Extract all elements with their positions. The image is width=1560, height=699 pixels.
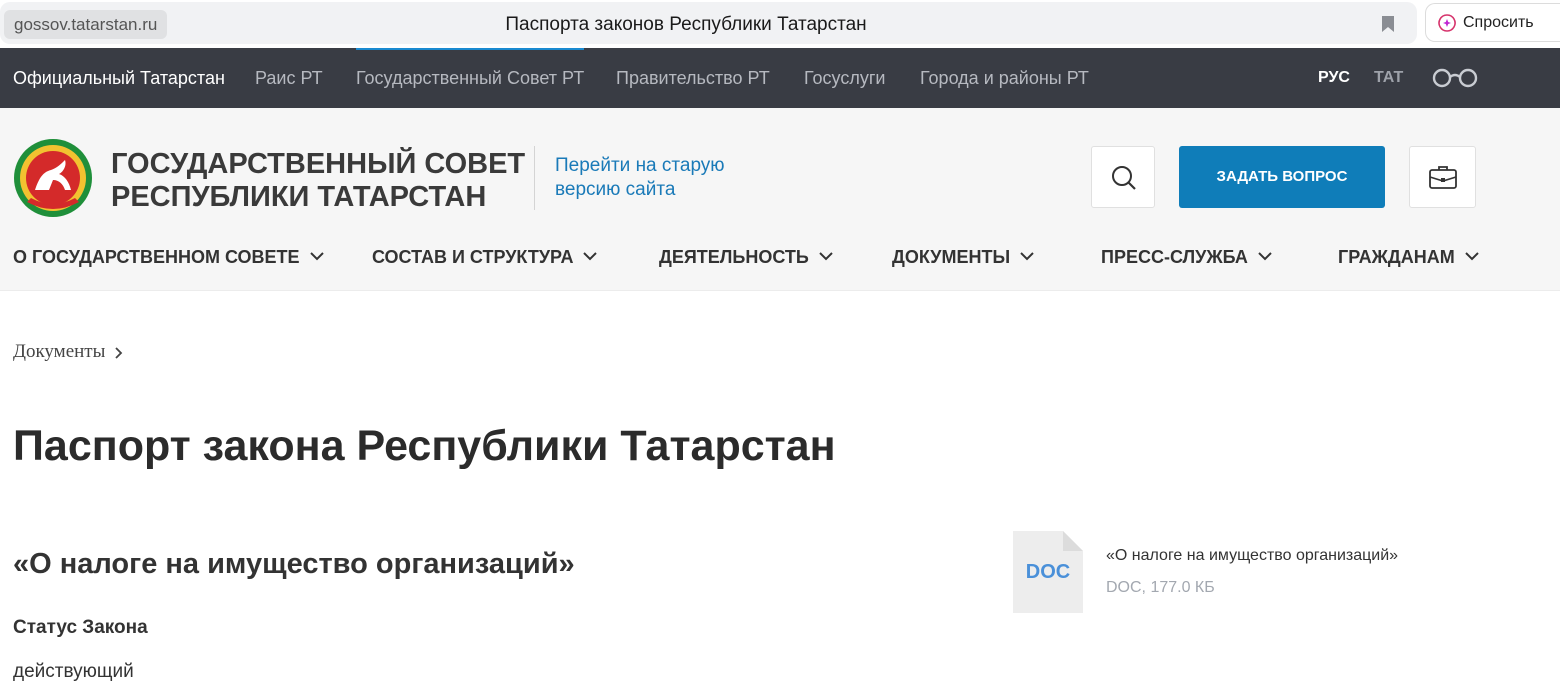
nav-composition-label: СОСТАВ И СТРУКТУРА xyxy=(372,247,574,267)
law-status-value: действующий xyxy=(13,661,134,682)
chevron-down-icon xyxy=(1465,252,1479,261)
topnav-government[interactable]: Правительство РТ xyxy=(616,48,770,108)
org-name-line2: РЕСПУБЛИКИ ТАТАРСТАН xyxy=(111,181,487,213)
topnav-cities[interactable]: Города и районы РТ xyxy=(920,48,1089,108)
attachment-meta: DOC, 177.0 КБ xyxy=(1106,579,1215,596)
nav-documents-label: ДОКУМЕНТЫ xyxy=(892,247,1011,267)
nav-press-label: ПРЕСС-СЛУЖБА xyxy=(1101,247,1248,267)
briefcase-icon xyxy=(1429,166,1457,189)
nav-about-council[interactable]: О ГОСУДАРСТВЕННОМ СОВЕТЕ xyxy=(13,246,324,268)
nav-activity-label: ДЕЯТЕЛЬНОСТЬ xyxy=(659,247,809,267)
ask-ai-label: Спросить xyxy=(1463,14,1534,31)
ask-ai-button[interactable]: Спросить xyxy=(1425,3,1560,42)
nav-citizens[interactable]: ГРАЖДАНАМ xyxy=(1338,246,1479,268)
law-name: «О налоге на имущество организаций» xyxy=(13,548,575,580)
org-name-line1: ГОСУДАРСТВЕННЫЙ СОВЕТ xyxy=(111,148,526,180)
law-status-label: Статус Закона xyxy=(13,617,148,638)
nav-citizens-label: ГРАЖДАНАМ xyxy=(1338,247,1455,267)
browser-page-title: Паспорта законов Республики Татарстан xyxy=(505,14,867,35)
old-site-line2: версию сайта xyxy=(555,179,676,200)
bookmark-icon[interactable] xyxy=(1381,15,1395,33)
breadcrumb-documents[interactable]: Документы xyxy=(13,341,105,362)
chevron-right-icon xyxy=(115,347,123,359)
nav-documents[interactable]: ДОКУМЕНТЫ xyxy=(892,246,1034,268)
address-bar[interactable]: gossov.tatarstan.ru Паспорта законов Рес… xyxy=(0,2,1417,44)
topnav-gosuslugi[interactable]: Госуслуги xyxy=(804,48,885,108)
search-button[interactable] xyxy=(1091,146,1155,208)
old-site-line1: Перейти на старую xyxy=(555,155,725,176)
nav-about-council-label: О ГОСУДАРСТВЕННОМ СОВЕТЕ xyxy=(13,247,300,267)
topnav-gossovet[interactable]: Государственный Совет РТ xyxy=(356,48,585,108)
organization-name[interactable]: ГОСУДАРСТВЕННЫЙ СОВЕТ РЕСПУБЛИКИ ТАТАРСТ… xyxy=(111,148,531,214)
search-icon xyxy=(1112,166,1136,190)
tatarstan-emblem-logo[interactable] xyxy=(13,138,93,218)
chevron-down-icon xyxy=(1020,252,1034,261)
ask-question-button[interactable]: ЗАДАТЬ ВОПРОС xyxy=(1179,146,1385,208)
nav-activity[interactable]: ДЕЯТЕЛЬНОСТЬ xyxy=(659,246,833,268)
browser-bar: gossov.tatarstan.ru Паспорта законов Рес… xyxy=(0,0,1560,48)
nav-composition[interactable]: СОСТАВ И СТРУКТУРА xyxy=(372,246,598,268)
header-divider xyxy=(534,146,535,210)
chevron-down-icon xyxy=(309,252,324,261)
breadcrumb: Документы xyxy=(13,340,123,364)
accessibility-glasses-icon[interactable] xyxy=(1432,68,1478,88)
lang-tt[interactable]: ТАТ xyxy=(1374,48,1403,108)
chevron-down-icon xyxy=(583,252,598,261)
topnav-official-tatarstan[interactable]: Официальный Татарстан xyxy=(13,48,225,108)
old-site-link[interactable]: Перейти на старую версию сайта xyxy=(555,154,775,202)
doc-file-icon[interactable]: DOC xyxy=(1013,531,1083,613)
page-title: Паспорт закона Республики Татарстан xyxy=(13,422,836,470)
top-navigation: Официальный Татарстан Раис РТ Государств… xyxy=(0,48,1560,108)
site-header: ГОСУДАРСТВЕННЫЙ СОВЕТ РЕСПУБЛИКИ ТАТАРСТ… xyxy=(0,108,1560,291)
topnav-rais[interactable]: Раис РТ xyxy=(255,48,323,108)
nav-press[interactable]: ПРЕСС-СЛУЖБА xyxy=(1101,246,1272,268)
chevron-down-icon xyxy=(1258,252,1272,261)
sparkle-chat-icon xyxy=(1438,14,1456,32)
chevron-down-icon xyxy=(819,252,833,261)
lang-ru[interactable]: РУС xyxy=(1318,48,1350,108)
doc-extension: DOC xyxy=(1025,561,1071,583)
cabinet-button[interactable] xyxy=(1409,146,1476,208)
attachment-title-link[interactable]: «О налоге на имущество организаций» xyxy=(1106,546,1398,566)
